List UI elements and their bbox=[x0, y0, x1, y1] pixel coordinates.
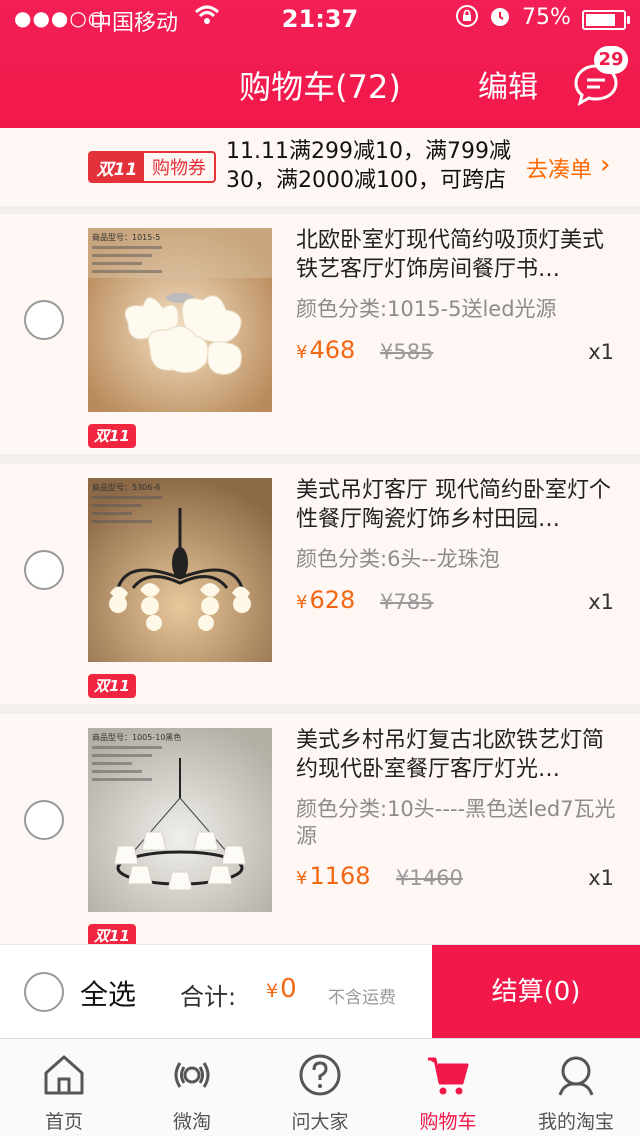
status-bar: ●●●○○ 中国移动 21:37 75% bbox=[0, 0, 640, 40]
tab-label: 问大家 bbox=[291, 1111, 349, 1133]
alarm-icon bbox=[488, 4, 512, 34]
item-select-radio[interactable] bbox=[24, 550, 64, 590]
shipping-note: 不含运费 bbox=[328, 988, 396, 1008]
original-price: ¥785 bbox=[380, 590, 434, 614]
cart-item: 商品型号：1015-5 双11 北欧卧室灯现代简约吸顶灯美式铁艺客厅灯饰房间餐厅… bbox=[0, 214, 640, 454]
tab-label: 微淘 bbox=[172, 1111, 211, 1133]
page-title: 购物车(72) bbox=[239, 68, 401, 106]
tab-label: 首页 bbox=[44, 1111, 83, 1133]
profile-icon bbox=[558, 1056, 594, 1096]
tab-cart[interactable]: 购物车 bbox=[384, 1039, 512, 1136]
battery-icon bbox=[582, 10, 630, 30]
item-select-radio[interactable] bbox=[24, 300, 64, 340]
tab-home[interactable]: 首页 bbox=[0, 1039, 128, 1136]
add-on-items-link[interactable]: 去凑单 bbox=[526, 152, 592, 184]
coupon-banner: 双11 购物券 11.11满299减10，满799减30，满2000减100，可… bbox=[0, 128, 640, 206]
tab-label: 我的淘宝 bbox=[537, 1111, 614, 1133]
checkout-bar: 全选 合计: ¥0 不含运费 结算(0) bbox=[0, 944, 640, 1039]
checkout-button[interactable]: 结算(0) bbox=[432, 945, 640, 1039]
tab-label: 购物车 bbox=[419, 1111, 477, 1133]
edit-button[interactable]: 编辑 bbox=[478, 62, 538, 106]
current-price: ¥1168 bbox=[296, 862, 371, 890]
product-title[interactable]: 美式吊灯客厅 现代简约卧室灯个性餐厅陶瓷灯饰乡村田园… bbox=[296, 476, 616, 534]
coupon-description: 11.11满299减10，满799减30，满2000减100，可跨店 bbox=[226, 139, 511, 193]
original-price: ¥1460 bbox=[396, 866, 463, 890]
thumb-label: 商品型号：1015-5 bbox=[92, 232, 160, 242]
question-icon bbox=[299, 1054, 341, 1096]
quantity: x1 bbox=[588, 590, 614, 614]
product-title[interactable]: 美式乡村吊灯复古北欧铁艺灯简约现代卧室餐厅客厅灯光… bbox=[296, 726, 616, 784]
tab-ask[interactable]: 问大家 bbox=[256, 1039, 384, 1136]
current-price: ¥468 bbox=[296, 336, 356, 364]
quantity: x1 bbox=[588, 340, 614, 364]
current-price: ¥628 bbox=[296, 586, 356, 614]
product-variant[interactable]: 颜色分类:6头--龙珠泡 bbox=[296, 546, 616, 573]
tab-weitao[interactable]: 微淘 bbox=[128, 1039, 256, 1136]
product-image[interactable]: 商品型号：1015-5 bbox=[88, 228, 272, 412]
message-count-badge: 29 bbox=[594, 46, 628, 74]
product-variant[interactable]: 颜色分类:1015-5送led光源 bbox=[296, 296, 616, 323]
chevron-right-icon[interactable]: › bbox=[600, 150, 610, 180]
tab-bar: 首页 微淘 问大家 购物车 我的淘宝 bbox=[0, 1038, 640, 1136]
thumb-label: 商品型号：1005-10黑色 bbox=[92, 732, 181, 742]
total-amount: ¥0 bbox=[266, 974, 297, 1004]
header: ●●●○○ 中国移动 21:37 75% 购物车(72) 编辑 29 bbox=[0, 0, 640, 128]
cart-icon bbox=[428, 1057, 469, 1095]
quantity: x1 bbox=[588, 866, 614, 890]
total-label: 合计: bbox=[180, 983, 237, 1011]
cart-item: 商品型号：5306-6 双11 美式吊灯客厅 现代简约卧室灯个性餐厅陶瓷灯饰乡村… bbox=[0, 464, 640, 704]
broadcast-icon bbox=[174, 1062, 210, 1088]
rotation-lock-icon bbox=[455, 4, 479, 34]
select-all-label[interactable]: 全选 bbox=[80, 973, 136, 1013]
home-icon bbox=[44, 1055, 84, 1095]
cart-item: 商品型号：1005-10黑色 双11 美式乡村吊灯复古北欧铁艺灯简约现代卧室餐厅… bbox=[0, 714, 640, 954]
tab-my-taobao[interactable]: 我的淘宝 bbox=[512, 1039, 640, 1136]
original-price: ¥585 bbox=[380, 340, 434, 364]
product-image[interactable]: 商品型号：1005-10黑色 bbox=[88, 728, 272, 912]
select-all-radio[interactable] bbox=[24, 972, 64, 1012]
product-title[interactable]: 北欧卧室灯现代简约吸顶灯美式铁艺客厅灯饰房间餐厅书… bbox=[296, 226, 616, 284]
product-image[interactable]: 商品型号：5306-6 bbox=[88, 478, 272, 662]
double11-badge: 双11 bbox=[88, 424, 136, 448]
double11-coupon-tag: 双11 购物券 bbox=[88, 151, 216, 183]
item-select-radio[interactable] bbox=[24, 800, 64, 840]
double11-label: 双11 bbox=[90, 153, 144, 181]
product-variant[interactable]: 颜色分类:10头----黑色送led7瓦光源 bbox=[296, 796, 616, 850]
coupon-label: 购物券 bbox=[152, 158, 206, 179]
battery-percent: 75% bbox=[522, 5, 571, 30]
thumb-label: 商品型号：5306-6 bbox=[92, 482, 160, 492]
double11-badge: 双11 bbox=[88, 674, 136, 698]
